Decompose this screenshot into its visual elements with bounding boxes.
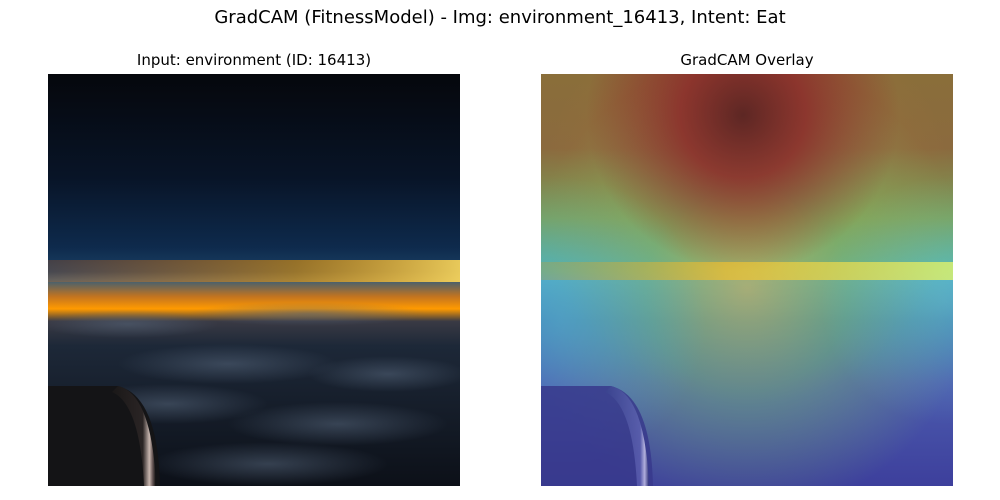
input-panel-title: Input: environment (ID: 16413) bbox=[136, 51, 372, 69]
input-image bbox=[48, 74, 460, 486]
gradcam-overlay-graphic bbox=[541, 74, 953, 486]
input-image-graphic bbox=[48, 74, 460, 486]
gradcam-overlay-image bbox=[541, 74, 953, 486]
overlay-panel-title: GradCAM Overlay bbox=[680, 51, 814, 69]
figure-title: GradCAM (FitnessModel) - Img: environmen… bbox=[214, 7, 786, 28]
